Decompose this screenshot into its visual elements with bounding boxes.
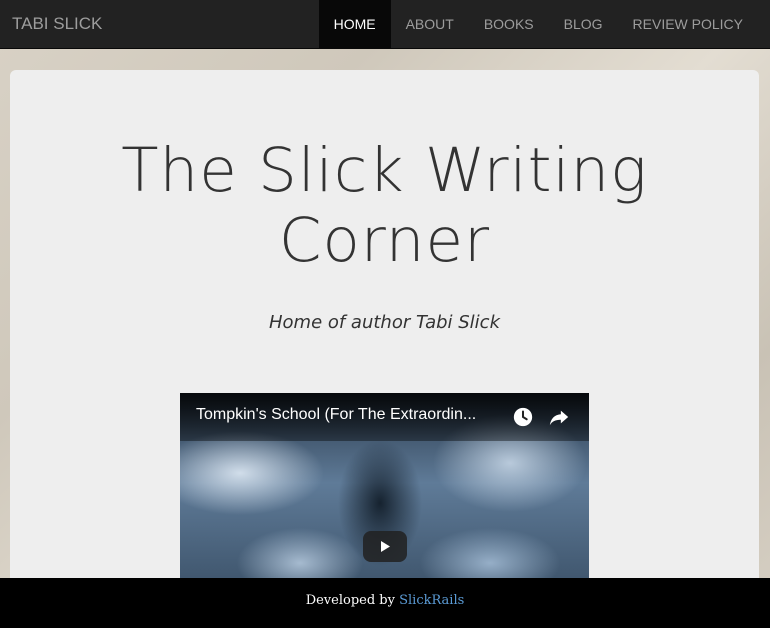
page-title: The Slick Writing Corner [121, 135, 648, 276]
nav-item-home: HOME [318, 0, 391, 49]
video-title[interactable]: Tompkin's School (For The Extraordin... [196, 406, 506, 424]
nav-item-about: ABOUT [391, 0, 469, 49]
nav-item-books: BOOKS [469, 0, 549, 49]
top-navbar: TABI SLICK HOME ABOUT BOOKS BLOG REVIEW … [0, 0, 770, 49]
site-footer: Developed by SlickRails [0, 578, 770, 628]
watch-later-icon[interactable] [512, 406, 534, 428]
page-subtitle: Home of author Tabi Slick [268, 312, 501, 333]
play-icon[interactable] [363, 531, 407, 562]
footer-developer-link[interactable]: SlickRails [399, 593, 464, 608]
nav-item-blog: BLOG [549, 0, 618, 49]
nav-link-books[interactable]: BOOKS [469, 0, 549, 49]
hero-panel: The Slick Writing Corner Home of author … [10, 70, 759, 628]
nav-link-about[interactable]: ABOUT [391, 0, 469, 49]
youtube-embed[interactable]: Tompkin's School (For The Extraordin... [180, 393, 589, 593]
nav-item-review-policy: REVIEW POLICY [618, 0, 758, 49]
footer-credit-text: Developed by [305, 593, 400, 608]
share-icon[interactable] [548, 406, 570, 428]
nav-link-home[interactable]: HOME [318, 0, 391, 49]
nav-link-blog[interactable]: BLOG [549, 0, 618, 49]
nav-menu: HOME ABOUT BOOKS BLOG REVIEW POLICY [318, 0, 758, 49]
brand-link[interactable]: TABI SLICK [12, 0, 102, 49]
nav-link-review-policy[interactable]: REVIEW POLICY [618, 0, 758, 49]
